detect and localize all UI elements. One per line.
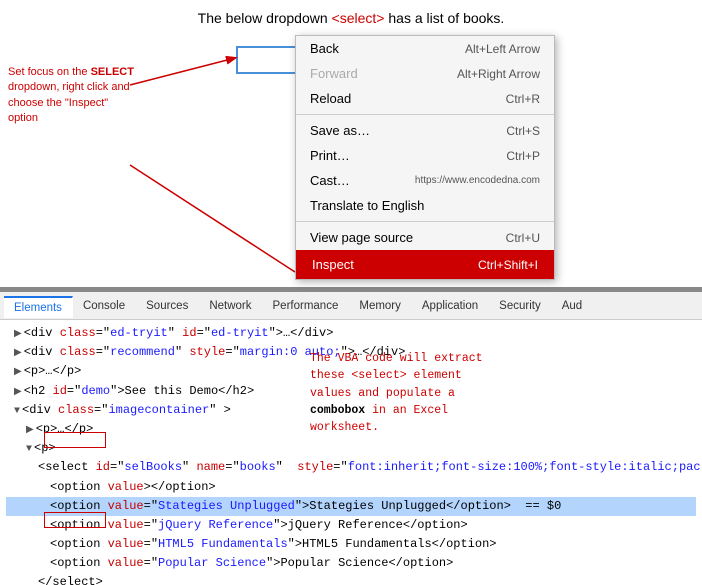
forward-label: Forward — [310, 66, 358, 81]
tab-security[interactable]: Security — [489, 296, 552, 316]
back-shortcut: Alt+Left Arrow — [465, 42, 540, 56]
context-menu-view-source[interactable]: View page source Ctrl+U — [296, 225, 554, 250]
vba-annotation: The VBA code will extract these <select>… — [310, 350, 510, 436]
page-title: The below dropdown <select> has a list o… — [20, 10, 682, 26]
devtools-panel: Elements Console Sources Network Perform… — [0, 290, 702, 583]
context-menu: Back Alt+Left Arrow Forward Alt+Right Ar… — [295, 35, 555, 280]
print-shortcut: Ctrl+P — [506, 149, 540, 163]
translate-label: Translate to English — [310, 198, 424, 213]
code-line-11: <option value="jQuery Reference">jQuery … — [6, 516, 696, 535]
forward-shortcut: Alt+Right Arrow — [457, 67, 540, 81]
code-line-10: <option value="Stategies Unplugged">Stat… — [6, 497, 696, 516]
view-source-label: View page source — [310, 230, 413, 245]
back-label: Back — [310, 41, 339, 56]
devtools-tab-bar: Elements Console Sources Network Perform… — [0, 292, 702, 320]
code-line-9: <option value></option> — [6, 478, 696, 497]
code-line-7: ▼<p> — [6, 439, 696, 458]
inspect-label: Inspect — [312, 257, 354, 272]
context-menu-cast[interactable]: Cast… https://www.encodedna.com — [296, 168, 554, 193]
tab-sources[interactable]: Sources — [136, 296, 199, 316]
context-menu-translate[interactable]: Translate to English — [296, 193, 554, 218]
code-line-8: <select id="selBooks" name="books" style… — [6, 458, 696, 477]
title-select: <select> — [332, 10, 385, 26]
tab-elements[interactable]: Elements — [4, 296, 73, 318]
title-prefix: The below dropdown — [198, 10, 332, 26]
tab-application[interactable]: Application — [412, 296, 489, 316]
tab-console[interactable]: Console — [73, 296, 136, 316]
context-menu-save-as[interactable]: Save as… Ctrl+S — [296, 118, 554, 143]
context-menu-forward[interactable]: Forward Alt+Right Arrow — [296, 61, 554, 86]
tab-performance[interactable]: Performance — [263, 296, 350, 316]
context-menu-back[interactable]: Back Alt+Left Arrow — [296, 36, 554, 61]
reload-label: Reload — [310, 91, 351, 106]
page-content: The below dropdown <select> has a list o… — [0, 0, 702, 290]
reload-shortcut: Ctrl+R — [506, 92, 540, 106]
code-line-12: <option value="HTML5 Fundamentals">HTML5… — [6, 535, 696, 554]
context-menu-inspect[interactable]: Inspect Ctrl+Shift+I — [296, 250, 554, 279]
instruction-text: Set focus on the SELECT dropdown, right … — [8, 65, 138, 127]
inspect-shortcut: Ctrl+Shift+I — [478, 258, 538, 272]
code-line-14: </select> — [6, 573, 696, 585]
print-label: Print… — [310, 148, 350, 163]
tab-audit[interactable]: Aud — [552, 296, 593, 316]
separator-1 — [296, 114, 554, 115]
context-menu-reload[interactable]: Reload Ctrl+R — [296, 86, 554, 111]
cast-url: https://www.encodedna.com — [415, 175, 540, 186]
view-source-shortcut: Ctrl+U — [506, 231, 540, 245]
separator-2 — [296, 221, 554, 222]
code-line-1: ▶<div class="ed-tryit" id="ed-tryit">…</… — [6, 324, 696, 343]
devtools-content: The VBA code will extract these <select>… — [0, 320, 702, 585]
code-line-13: <option value="Popular Science">Popular … — [6, 554, 696, 573]
save-as-shortcut: Ctrl+S — [506, 124, 540, 138]
tab-network[interactable]: Network — [199, 296, 262, 316]
title-suffix: has a list of books. — [384, 10, 504, 26]
cast-label: Cast… — [310, 173, 350, 188]
context-menu-print[interactable]: Print… Ctrl+P — [296, 143, 554, 168]
save-as-label: Save as… — [310, 123, 370, 138]
tab-memory[interactable]: Memory — [349, 296, 412, 316]
